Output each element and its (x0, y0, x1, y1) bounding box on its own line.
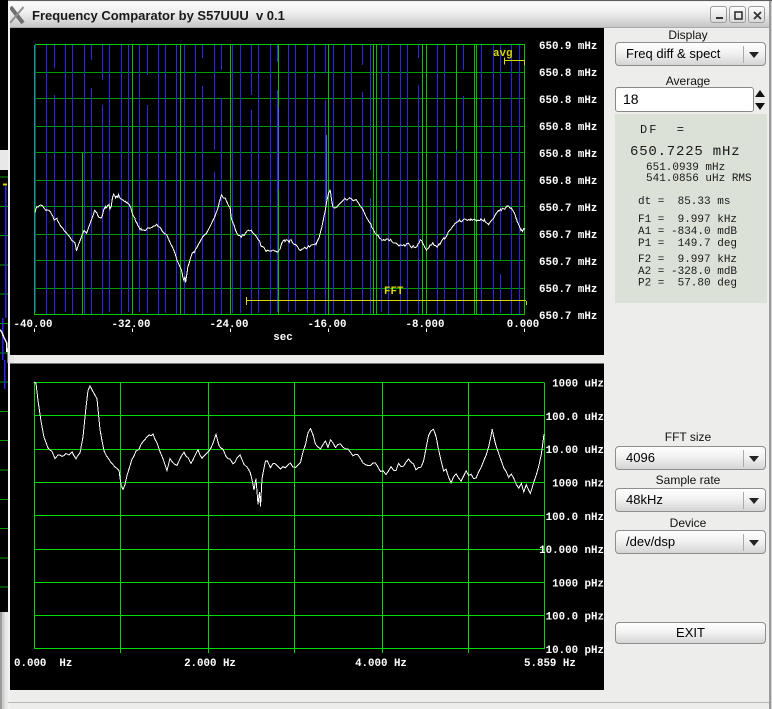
svg-text:10.00 pHz: 10.00 pHz (546, 645, 604, 657)
svg-text:650.7 mHz: 650.7 mHz (539, 230, 597, 242)
svg-text:0.000 Hz: 0.000 Hz (14, 658, 72, 670)
svg-text:650.8 mHz: 650.8 mHz (539, 95, 597, 107)
svg-text:-24.00: -24.00 (210, 319, 249, 331)
svg-text:541.0856 uHz RMS: 541.0856 uHz RMS (646, 173, 752, 185)
svg-text:4.000 Hz: 4.000 Hz (355, 658, 407, 670)
svg-text:650.8 mHz: 650.8 mHz (539, 149, 597, 161)
svg-text:1000 nHz: 1000 nHz (552, 478, 604, 490)
svg-text:0.000: 0.000 (507, 319, 539, 331)
svg-text:650.7 mHz: 650.7 mHz (539, 284, 597, 296)
svg-text:FFT: FFT (384, 286, 404, 298)
svg-text:avg: avg (493, 48, 512, 60)
svg-text:650.8 mHz: 650.8 mHz (539, 122, 597, 134)
svg-text:650.7225 mHz: 650.7225 mHz (630, 144, 740, 160)
svg-text:-8.000: -8.000 (406, 319, 445, 331)
svg-text:F2 = 9.997 kHz: F2 = 9.997 kHz (638, 254, 737, 266)
svg-text:-40.00: -40.00 (14, 319, 53, 331)
svg-text:sec: sec (273, 332, 292, 344)
svg-text:650.8 mHz: 650.8 mHz (539, 68, 597, 80)
svg-text:10.00 uHz: 10.00 uHz (546, 445, 604, 457)
svg-text:dt = 85.33 ms: dt = 85.33 ms (638, 196, 730, 208)
svg-text:650.7 mHz: 650.7 mHz (539, 257, 597, 269)
svg-text:-32.00: -32.00 (112, 319, 151, 331)
svg-text:-16.00: -16.00 (308, 319, 347, 331)
svg-text:A2 = -328.0 mdB: A2 = -328.0 mdB (638, 266, 737, 278)
svg-text:650.8 mHz: 650.8 mHz (539, 176, 597, 188)
svg-text:1000 pHz: 1000 pHz (552, 578, 604, 590)
svg-text:100.0 nHz: 100.0 nHz (546, 512, 604, 524)
svg-text:P1 = 149.7 deg: P1 = 149.7 deg (638, 238, 737, 250)
svg-text:100.0 pHz: 100.0 pHz (546, 612, 604, 624)
svg-text:DF =: DF = (640, 123, 686, 137)
svg-text:A1 = -834.0 mdB: A1 = -834.0 mdB (638, 226, 737, 238)
svg-text:P2 = 57.80 deg: P2 = 57.80 deg (638, 278, 737, 290)
svg-text:650.7 mHz: 650.7 mHz (539, 203, 597, 215)
svg-text:10.000 nHz: 10.000 nHz (539, 545, 604, 557)
svg-text:1000 uHz: 1000 uHz (552, 379, 604, 391)
svg-text:650.9 mHz: 650.9 mHz (539, 41, 597, 53)
svg-text:650.7 mHz: 650.7 mHz (539, 311, 597, 323)
svg-text:100.0 uHz: 100.0 uHz (546, 412, 604, 424)
svg-text:5.859 Hz: 5.859 Hz (524, 658, 576, 670)
svg-text:2.000 Hz: 2.000 Hz (184, 658, 236, 670)
svg-text:F1 = 9.997 kHz: F1 = 9.997 kHz (638, 214, 737, 226)
